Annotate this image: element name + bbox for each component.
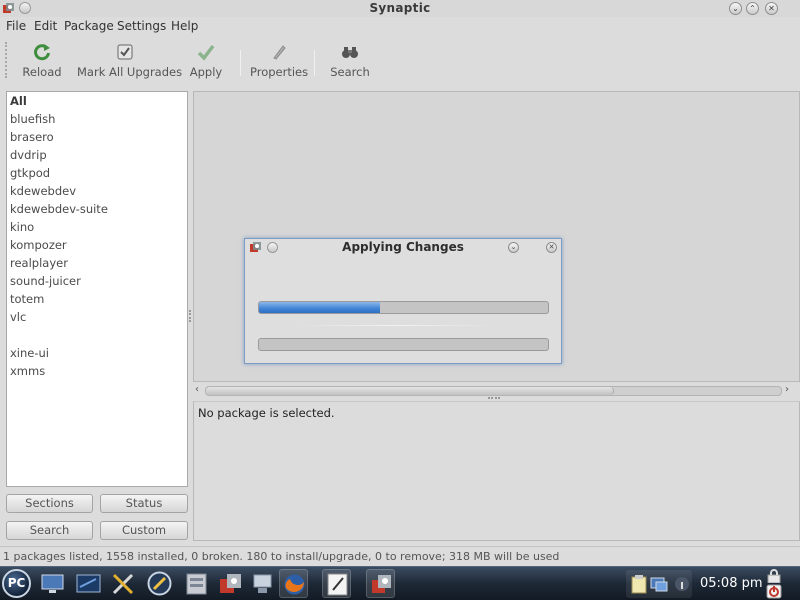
- pane-splitter[interactable]: [189, 310, 192, 322]
- list-item[interactable]: kdewebdev-suite: [10, 202, 108, 216]
- scroll-track[interactable]: [205, 386, 782, 396]
- screen-icon[interactable]: [248, 569, 277, 598]
- maximize-button[interactable]: ⌃: [746, 2, 759, 15]
- list-item[interactable]: All: [10, 94, 27, 108]
- apply-label: Apply: [189, 65, 223, 79]
- package-details: No package is selected.: [193, 401, 800, 541]
- terminal-icon[interactable]: [74, 569, 103, 598]
- clipboard-icon[interactable]: [630, 574, 648, 594]
- synaptic-task-icon[interactable]: [366, 569, 395, 598]
- menu-edit[interactable]: Edit: [34, 19, 57, 33]
- overall-progress-fill: [259, 302, 381, 313]
- reload-icon: [34, 44, 50, 61]
- list-item[interactable]: kino: [10, 220, 34, 234]
- menu-file[interactable]: File: [6, 19, 26, 33]
- status-button[interactable]: Status: [100, 494, 188, 513]
- scroll-thumb[interactable]: [206, 387, 614, 395]
- list-item[interactable]: vlc: [10, 310, 26, 324]
- list-item[interactable]: brasero: [10, 130, 54, 144]
- step-progress-bar: [258, 338, 549, 351]
- tools-icon[interactable]: [109, 569, 138, 598]
- search-filter-button[interactable]: Search: [6, 521, 93, 540]
- lock-icon[interactable]: [766, 569, 782, 583]
- scroll-right-icon[interactable]: ›: [785, 384, 789, 395]
- power-icon[interactable]: [766, 584, 782, 599]
- clock[interactable]: 05:08 pm: [700, 576, 763, 591]
- search-label: Search: [330, 65, 370, 79]
- mark-all-upgrades-label: Mark All Upgrades: [77, 65, 183, 79]
- info-icon[interactable]: [674, 575, 690, 593]
- menu-settings[interactable]: Settings: [117, 19, 166, 33]
- apply-check-icon: [197, 44, 215, 61]
- toolbar-grip[interactable]: [5, 42, 8, 78]
- title-bar: Synaptic ⌄ ⌃ ✕: [0, 0, 800, 17]
- start-menu-button[interactable]: PC: [2, 569, 31, 598]
- list-item[interactable]: sound-juicer: [10, 274, 81, 288]
- filter-list: All bluefish brasero dvdrip gtkpod kdewe…: [6, 91, 188, 487]
- firefox-icon[interactable]: [279, 569, 308, 598]
- list-item[interactable]: xmms: [10, 364, 45, 378]
- list-item[interactable]: kompozer: [10, 238, 67, 252]
- applying-changes-dialog: Applying Changes ⌄ ✕: [244, 238, 562, 364]
- mark-upgrades-icon: [117, 44, 133, 60]
- pane-splitter-horizontal[interactable]: [488, 397, 500, 400]
- toolbar-separator: [240, 50, 241, 76]
- sections-button[interactable]: Sections: [6, 494, 93, 513]
- list-item[interactable]: xine-ui: [10, 346, 49, 360]
- properties-icon: [273, 45, 286, 60]
- dialog-separator: [295, 325, 495, 326]
- properties-label: Properties: [250, 65, 309, 79]
- search-button[interactable]: Search: [329, 36, 371, 84]
- window-title: Synaptic: [369, 1, 431, 15]
- list-item[interactable]: realplayer: [10, 256, 68, 270]
- toolbar: Reload Mark All Upgrades Apply Propertie…: [0, 36, 800, 86]
- status-text: 1 packages listed, 1558 installed, 0 bro…: [3, 550, 560, 563]
- minimize-button[interactable]: ⌄: [729, 2, 742, 15]
- reload-button[interactable]: Reload: [20, 36, 64, 84]
- list-item[interactable]: totem: [10, 292, 44, 306]
- system-tray: [626, 570, 692, 598]
- custom-button[interactable]: Custom: [100, 521, 188, 540]
- text-editor-icon[interactable]: [322, 569, 351, 598]
- reload-label: Reload: [22, 65, 62, 79]
- dialog-close-button[interactable]: ✕: [546, 242, 557, 253]
- package-manager-icon[interactable]: [216, 569, 245, 598]
- apply-button[interactable]: Apply: [188, 36, 224, 84]
- desktop-icon[interactable]: [38, 569, 67, 598]
- taskbar: PC 05:08 pm: [0, 566, 800, 600]
- close-button[interactable]: ✕: [765, 2, 778, 15]
- details-text: No package is selected.: [198, 406, 335, 420]
- scroll-left-icon[interactable]: ‹: [195, 384, 199, 395]
- mark-all-upgrades-button[interactable]: Mark All Upgrades: [77, 36, 183, 84]
- network-icon[interactable]: [650, 575, 668, 593]
- menu-help[interactable]: Help: [171, 19, 198, 33]
- list-item[interactable]: dvdrip: [10, 148, 47, 162]
- horizontal-scrollbar[interactable]: ‹ ›: [193, 383, 800, 398]
- dialog-minimize-button[interactable]: ⌄: [508, 242, 519, 253]
- file-manager-icon[interactable]: [182, 569, 211, 598]
- toolbar-separator: [314, 50, 315, 76]
- list-item[interactable]: kdewebdev: [10, 184, 76, 198]
- list-item[interactable]: gtkpod: [10, 166, 50, 180]
- control-center-icon[interactable]: [145, 569, 174, 598]
- status-bar: 1 packages listed, 1558 installed, 0 bro…: [0, 546, 800, 566]
- properties-button[interactable]: Properties: [250, 36, 308, 84]
- menu-bar: File Edit Package Settings Help: [0, 17, 800, 35]
- binoculars-icon: [342, 47, 358, 58]
- overall-progress-bar: [258, 301, 549, 314]
- list-item[interactable]: bluefish: [10, 112, 55, 126]
- menu-package[interactable]: Package: [64, 19, 114, 33]
